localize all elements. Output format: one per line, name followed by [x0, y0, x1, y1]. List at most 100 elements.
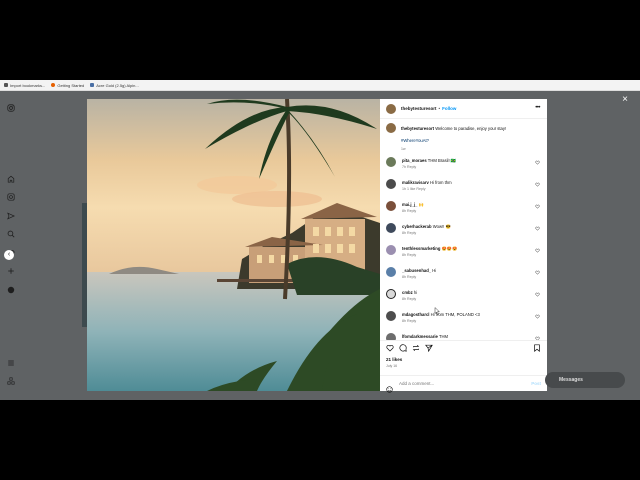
separator-dot: • — [438, 106, 441, 111]
instagram-icon[interactable] — [7, 104, 15, 112]
bookmark-icon — [4, 83, 8, 87]
bookmark-import[interactable]: Import bookmarks... — [4, 83, 45, 88]
comment-row: mai.j_j_ 🙌 8h Reply — [386, 201, 543, 221]
menu-icon[interactable] — [7, 359, 15, 367]
comment-row: mdagostharcl Hi from THM, POLAND <3 8h R… — [386, 311, 543, 331]
post-caption: thebytesturesort Welcome to paradise, en… — [386, 123, 536, 151]
comment-username[interactable]: cyberhackerab — [402, 224, 432, 229]
post-actions — [380, 340, 547, 354]
messages-label: Messages — [559, 377, 583, 383]
avatar[interactable] — [386, 179, 396, 189]
avatar[interactable] — [386, 103, 396, 114]
bookmarks-bar: Import bookmarks... Getting Started Acre… — [0, 80, 640, 91]
home-icon[interactable] — [7, 175, 15, 183]
comment-meta[interactable]: 7h Reply — [402, 165, 416, 169]
caption-username[interactable]: thebytesturesort — [401, 126, 434, 131]
comment-username[interactable]: pita_moraes — [402, 158, 427, 163]
comment-text: cmbz hi — [402, 290, 417, 295]
comment-meta[interactable]: 8h Reply — [402, 231, 416, 235]
chevron-left-icon[interactable]: ‹ — [4, 250, 14, 260]
avatar[interactable] — [386, 267, 396, 277]
comment-body: Hi from thm — [429, 180, 452, 185]
heart-icon[interactable] — [535, 248, 540, 253]
heart-icon[interactable] — [535, 182, 540, 187]
post-comment-button[interactable]: Post — [531, 381, 541, 386]
comment-username[interactable]: malikravisarv — [402, 180, 429, 185]
follow-button[interactable]: Follow — [442, 106, 456, 111]
comment-meta[interactable]: 8h Reply — [402, 209, 416, 213]
bookmark-icon[interactable] — [533, 344, 541, 352]
avatar[interactable] — [386, 333, 396, 340]
left-sidebar — [0, 91, 22, 400]
comment-body: THM — [438, 334, 449, 339]
comment-body: THM Brasil! 🇧🇷 — [427, 158, 457, 163]
comment-icon[interactable] — [399, 344, 407, 352]
comment-username[interactable]: cmbz — [402, 290, 413, 295]
comments-list[interactable]: thebytesturesort Welcome to paradise, en… — [380, 119, 547, 340]
messenger-icon[interactable] — [7, 212, 15, 220]
post-date: July 16 — [386, 364, 398, 368]
comment-meta[interactable]: 8h Reply — [402, 297, 416, 301]
heart-icon[interactable] — [535, 314, 540, 319]
comment-meta[interactable]: 8h Reply — [402, 319, 416, 323]
profile-icon[interactable] — [7, 286, 15, 294]
comment-text: tenthlessmarketing 😍😍😍 — [402, 246, 457, 252]
comment-text: cyberhackerab Wow!! 😎 — [402, 224, 451, 230]
heart-icon[interactable] — [535, 292, 540, 297]
heart-icon[interactable] — [535, 226, 540, 231]
comment-meta[interactable]: 8h Reply — [402, 253, 416, 257]
comment-username[interactable]: lfomdarkmessarie — [402, 334, 438, 339]
heart-icon[interactable] — [535, 204, 540, 209]
add-comment-input[interactable] — [399, 380, 519, 387]
caption-body: Welcome to paradise, enjoy your stay! — [435, 126, 507, 131]
heart-icon[interactable] — [386, 344, 394, 352]
post-image[interactable] — [87, 99, 380, 391]
emoji-icon[interactable] — [386, 380, 393, 393]
caption-time: 1w — [401, 147, 406, 151]
instagram-page: ‹ × thebytesturesort • Follow ••• thebyt… — [0, 91, 640, 400]
comment-row: tenthlessmarketing 😍😍😍 8h Reply — [386, 245, 543, 265]
more-options-icon[interactable]: ••• — [535, 105, 540, 111]
comment-username[interactable]: tenthlessmarketing — [402, 246, 440, 251]
caption-hashtag[interactable]: #WhereYouAt? — [401, 138, 536, 143]
avatar[interactable] — [386, 223, 396, 233]
likes-count[interactable]: 21 likes — [386, 357, 402, 362]
comment-row: malikravisarv Hi from thm 1h 1 like Repl… — [386, 179, 543, 199]
comment-row: pita_moraes THM Brasil! 🇧🇷 7h Reply — [386, 157, 543, 177]
avatar[interactable] — [386, 289, 396, 299]
post-header: thebytesturesort • Follow ••• — [380, 99, 547, 119]
comment-username[interactable]: mdagostharcl — [402, 312, 429, 317]
share-icon[interactable] — [425, 344, 433, 352]
post-detail-panel: thebytesturesort • Follow ••• thebytestu… — [380, 99, 547, 393]
avatar[interactable] — [386, 311, 396, 321]
repost-icon[interactable] — [412, 344, 420, 352]
post-username[interactable]: thebytesturesort — [401, 106, 437, 111]
comment-body: 🙌 — [418, 202, 424, 207]
avatar[interactable] — [386, 123, 396, 133]
reels-icon[interactable] — [7, 193, 15, 201]
heart-icon[interactable] — [535, 270, 540, 275]
avatar[interactable] — [386, 157, 396, 167]
comment-meta[interactable]: 8h Reply — [402, 275, 416, 279]
comment-text: malikravisarv Hi from thm — [402, 180, 452, 185]
comment-username[interactable]: mai.j_j_ — [402, 202, 417, 207]
bookmark-getting-started[interactable]: Getting Started — [51, 83, 84, 88]
mouse-cursor-icon — [434, 302, 440, 315]
messages-button[interactable]: Messages — [545, 372, 625, 388]
comment-username[interactable]: _sabusenhad_ — [402, 268, 431, 273]
threads-icon[interactable] — [7, 377, 15, 385]
comment-meta[interactable]: 1h 1 like Reply — [402, 187, 426, 191]
avatar[interactable] — [386, 245, 396, 255]
avatar[interactable] — [386, 201, 396, 211]
comment-text: lfomdarkmessarie THM — [402, 334, 448, 339]
comment-body: Wow!! 😎 — [432, 224, 451, 229]
comment-row: cmbz hi 8h Reply — [386, 289, 543, 309]
caption-text: thebytesturesort Welcome to paradise, en… — [401, 126, 506, 131]
create-icon[interactable] — [7, 267, 15, 275]
search-icon[interactable] — [7, 230, 15, 238]
bookmark-acre-gold[interactable]: Acre Gold (2.5g) Alpin... — [90, 83, 139, 88]
browser-window: Import bookmarks... Getting Started Acre… — [0, 80, 640, 400]
heart-icon[interactable] — [535, 160, 540, 165]
close-icon[interactable]: × — [620, 95, 630, 105]
comment-body: hi — [413, 290, 418, 295]
